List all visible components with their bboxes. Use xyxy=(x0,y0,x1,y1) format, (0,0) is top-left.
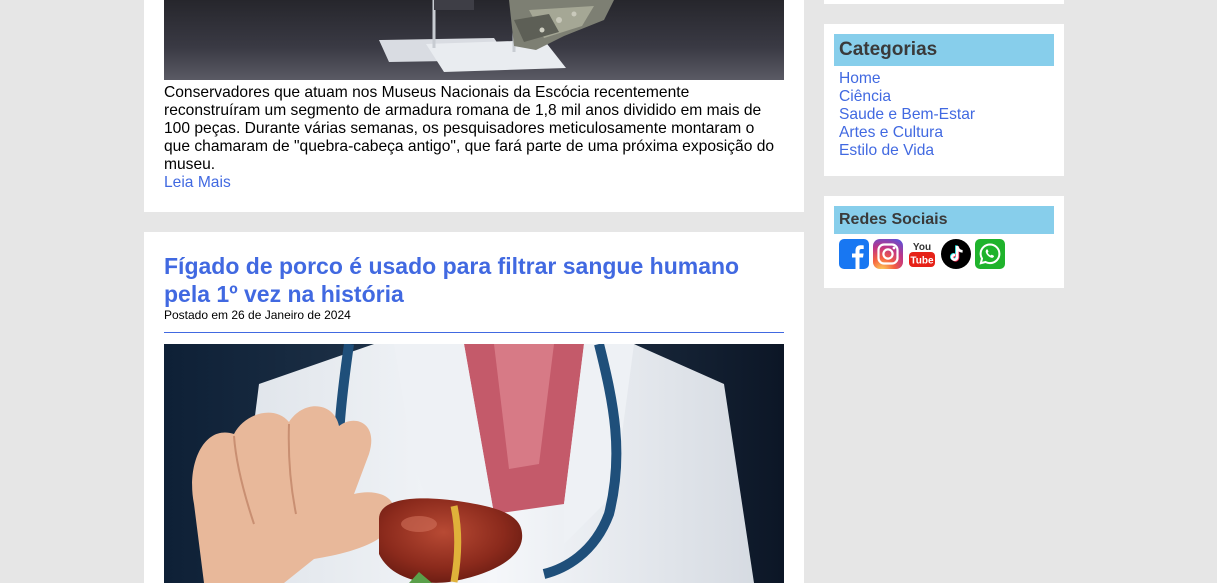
list-item: Artes e Cultura xyxy=(839,124,1054,142)
post-card: Fígado de porco é usado para filtrar san… xyxy=(144,232,804,583)
facebook-icon xyxy=(839,239,869,269)
youtube-icon: You Tube xyxy=(909,242,935,267)
list-item: Home xyxy=(839,70,1054,88)
read-more-link[interactable]: Leia Mais xyxy=(164,174,231,192)
categories-widget: Categorias Home Ciência Saude e Bem-Esta… xyxy=(824,24,1064,176)
social-widget: Redes Sociais You Tube xyxy=(824,196,1064,288)
instagram-icon xyxy=(873,239,903,269)
list-item: Ciência xyxy=(839,88,1054,106)
armor-photo xyxy=(164,0,784,80)
category-link-estilo[interactable]: Estilo de Vida xyxy=(839,142,934,159)
category-link-ciencia[interactable]: Ciência xyxy=(839,88,891,105)
social-title: Redes Sociais xyxy=(834,206,1054,234)
post-card: Conservadores que atuam nos Museus Nacio… xyxy=(144,0,804,212)
youtube-icon-text-you: You xyxy=(913,242,931,253)
post-date: Postado em 26 de Janeiro de 2024 xyxy=(164,308,351,322)
facebook-link[interactable] xyxy=(839,239,869,269)
youtube-icon-text-tube: Tube xyxy=(910,256,934,267)
post-image-roman-armor[interactable] xyxy=(164,0,784,80)
list-item: Estilo de Vida xyxy=(839,142,1054,160)
post-title-link[interactable]: Fígado de porco é usado para filtrar san… xyxy=(164,252,784,308)
post-image-pig-liver[interactable] xyxy=(164,344,784,583)
post-excerpt: Conservadores que atuam nos Museus Nacio… xyxy=(164,84,775,173)
list-item: Saude e Bem-Estar xyxy=(839,106,1054,124)
category-link-home[interactable]: Home xyxy=(839,70,881,87)
page: Conservadores que atuam nos Museus Nacio… xyxy=(0,0,1217,583)
tiktok-icon xyxy=(941,239,971,269)
divider xyxy=(164,332,784,333)
tiktok-link[interactable] xyxy=(941,239,971,269)
doctor-liver-photo xyxy=(164,344,784,583)
category-link-artes[interactable]: Artes e Cultura xyxy=(839,124,943,141)
categories-title: Categorias xyxy=(834,34,1054,66)
whatsapp-icon xyxy=(975,239,1005,269)
sidebar-widget-top xyxy=(824,0,1064,4)
category-link-saude[interactable]: Saude e Bem-Estar xyxy=(839,106,975,123)
social-icons: You Tube xyxy=(834,239,1054,269)
youtube-link[interactable]: You Tube xyxy=(907,239,937,269)
instagram-link[interactable] xyxy=(873,239,903,269)
whatsapp-link[interactable] xyxy=(975,239,1005,269)
categories-list: Home Ciência Saude e Bem-Estar Artes e C… xyxy=(834,70,1054,160)
